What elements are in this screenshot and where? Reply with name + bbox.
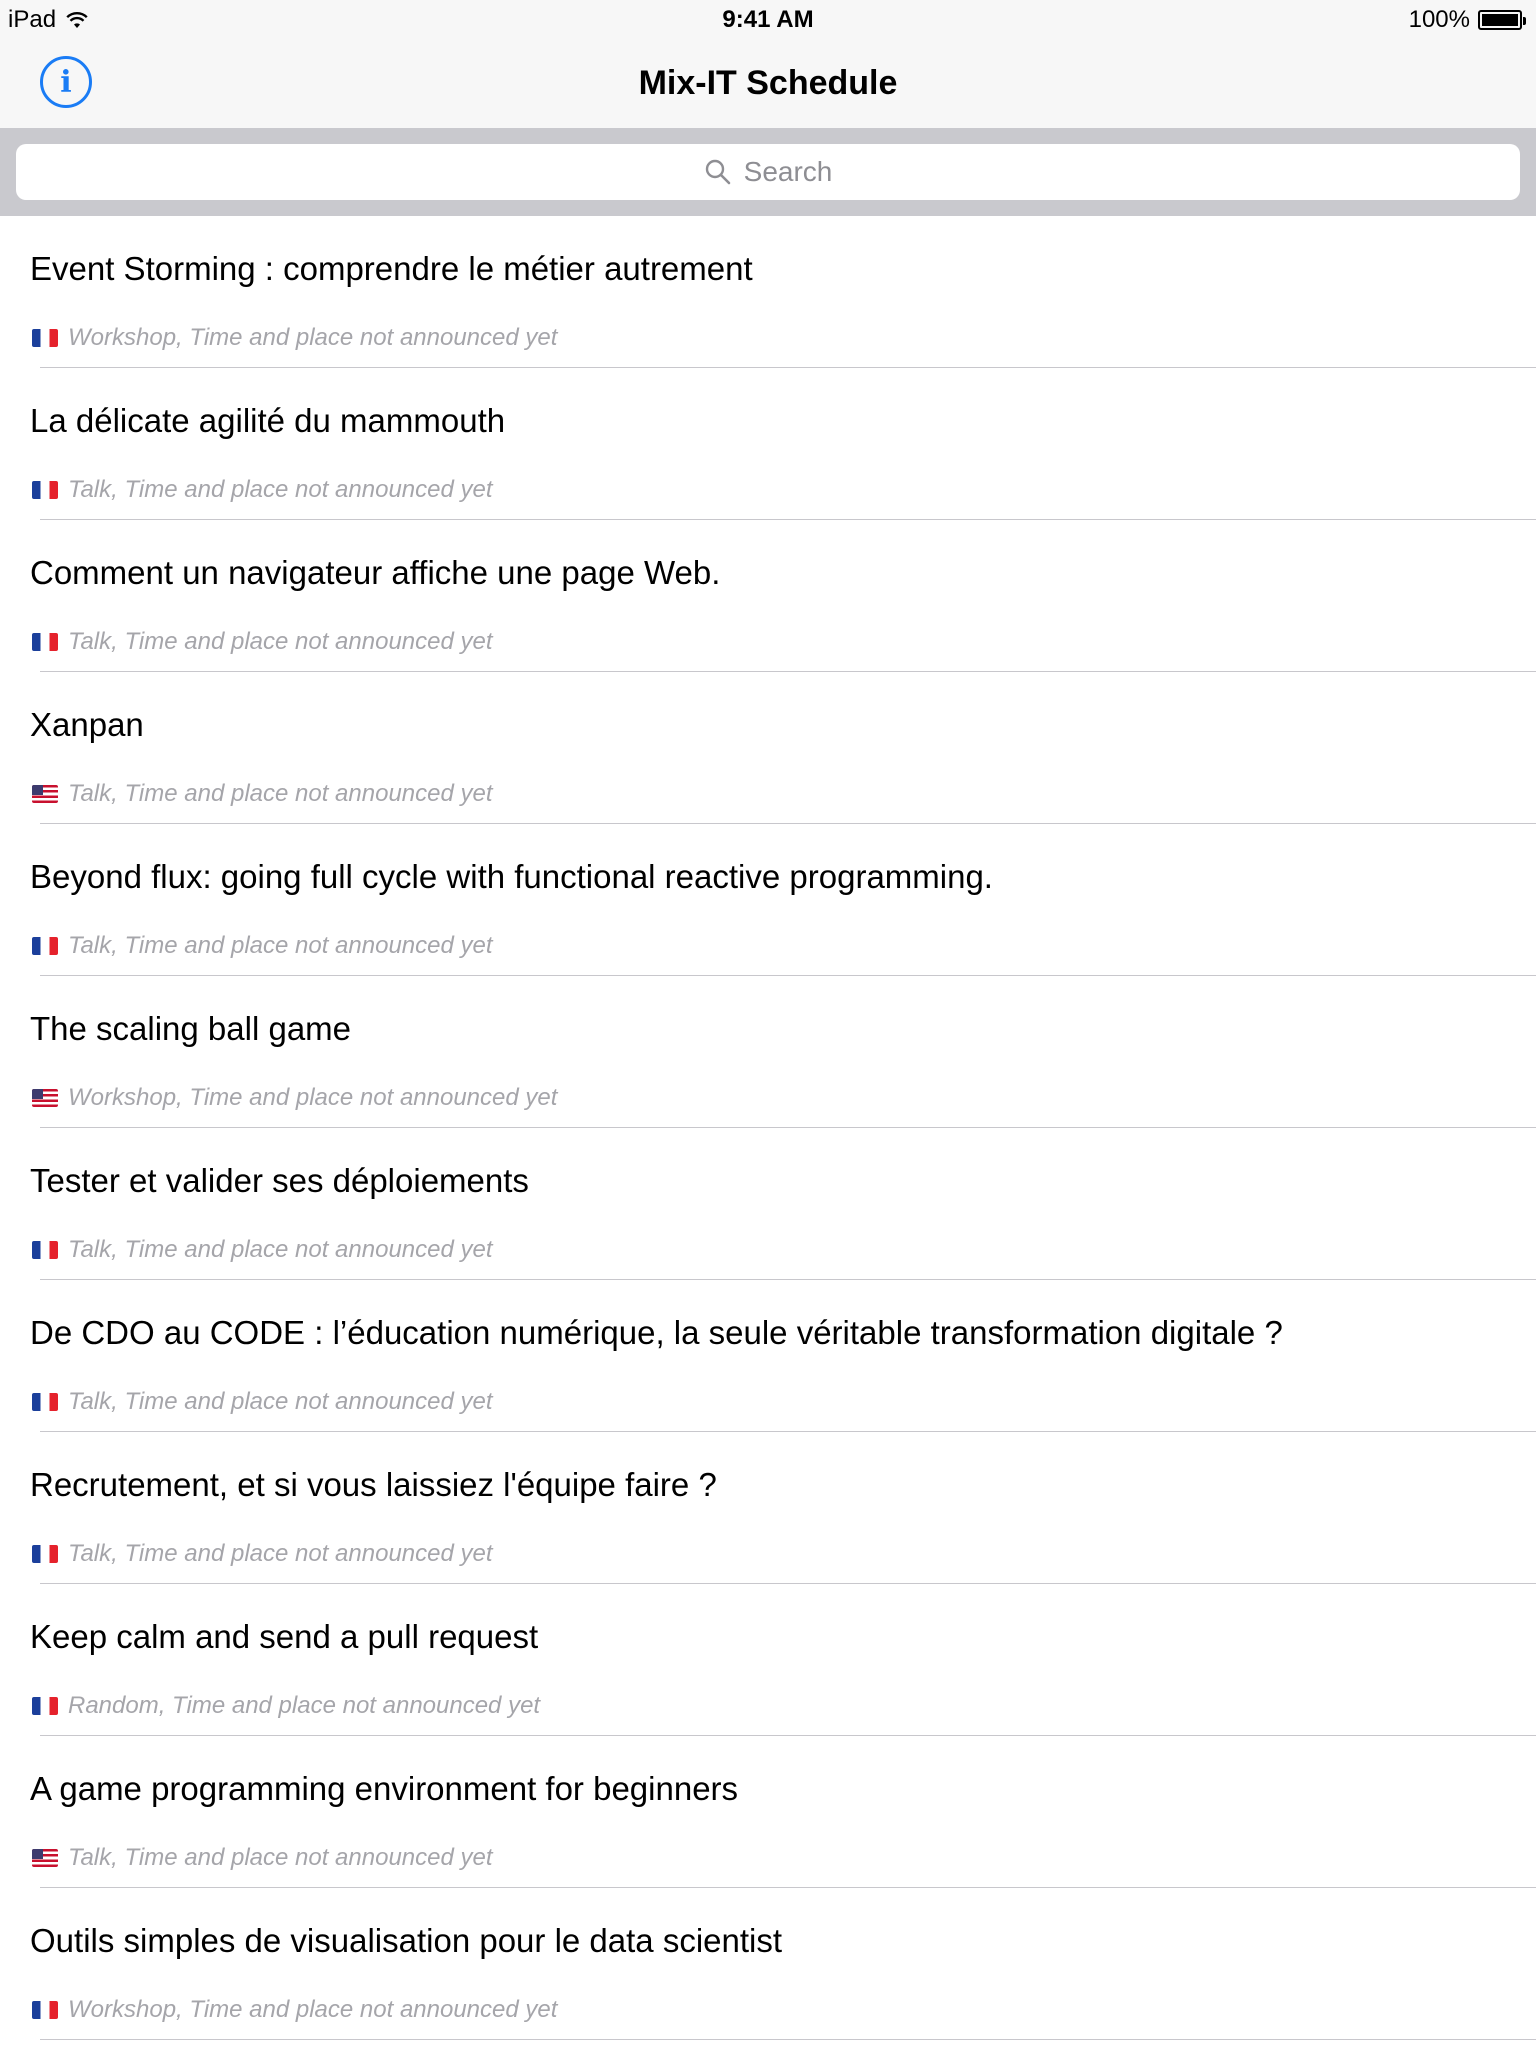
session-title: The scaling ball game [30, 1010, 352, 1047]
session-title: Event Storming : comprendre le métier au… [30, 250, 753, 287]
session-row[interactable]: Comment un navigateur affiche une page W… [0, 520, 1536, 672]
battery-percentage: 100% [1408, 6, 1470, 33]
session-subtitle: Talk, Time and place not announced yet [32, 1388, 493, 1416]
status-right: 100% [1408, 6, 1526, 34]
session-row[interactable]: De CDO au CODE : l’éducation numérique, … [0, 1280, 1536, 1432]
session-meta: Workshop, Time and place not announced y… [68, 324, 558, 351]
status-bar: iPad 9:41 AM 100% [0, 0, 1536, 40]
session-title: Comment un navigateur affiche une page W… [30, 554, 721, 591]
session-title: Tester et valider ses déploiements [30, 1162, 529, 1199]
search-icon [705, 159, 730, 185]
french-flag-icon [32, 481, 58, 499]
french-flag-icon [32, 329, 58, 347]
session-meta: Workshop, Time and place not announced y… [68, 1084, 558, 1111]
session-subtitle: Random, Time and place not announced yet [32, 1692, 540, 1720]
french-flag-icon [32, 1545, 58, 1563]
session-row[interactable]: Recrutement, et si vous laissiez l'équip… [0, 1432, 1536, 1584]
session-subtitle: Talk, Time and place not announced yet [32, 1540, 493, 1568]
session-subtitle: Workshop, Time and place not announced y… [32, 324, 557, 352]
session-row[interactable]: A game programming environment for begin… [0, 1736, 1536, 1888]
session-meta: Talk, Time and place not announced yet [68, 476, 493, 503]
french-flag-icon [32, 1241, 58, 1259]
row-divider [40, 2039, 1536, 2040]
session-subtitle: Talk, Time and place not announced yet [32, 780, 493, 808]
session-subtitle: Workshop, Time and place not announced y… [32, 1996, 557, 2024]
session-meta: Talk, Time and place not announced yet [68, 1236, 493, 1263]
us-flag-icon [32, 785, 58, 803]
french-flag-icon [32, 1697, 58, 1715]
french-flag-icon [32, 937, 58, 955]
french-flag-icon [32, 1393, 58, 1411]
session-meta: Talk, Time and place not announced yet [68, 1540, 493, 1567]
search-bar: Search [0, 128, 1536, 216]
session-row[interactable]: Tester et valider ses déploiements Talk, … [0, 1128, 1536, 1280]
session-subtitle: Talk, Time and place not announced yet [32, 628, 493, 656]
session-meta: Talk, Time and place not announced yet [68, 1844, 493, 1871]
us-flag-icon [32, 1849, 58, 1867]
session-title: La délicate agilité du mammouth [30, 402, 506, 439]
session-title: Keep calm and send a pull request [30, 1618, 539, 1655]
session-row[interactable]: La délicate agilité du mammouth Talk, Tim… [0, 368, 1536, 520]
navigation-bar: i Mix-IT Schedule [0, 40, 1536, 129]
battery-icon [1478, 10, 1526, 30]
session-meta: Talk, Time and place not announced yet [68, 1388, 493, 1415]
session-meta: Random, Time and place not announced yet [68, 1692, 541, 1719]
session-meta: Talk, Time and place not announced yet [68, 932, 493, 959]
french-flag-icon [32, 2001, 58, 2019]
session-meta: Talk, Time and place not announced yet [68, 628, 493, 655]
status-time: 9:41 AM [722, 6, 814, 33]
session-title: De CDO au CODE : l’éducation numérique, … [30, 1314, 1283, 1351]
session-subtitle: Talk, Time and place not announced yet [32, 476, 493, 504]
session-list: Event Storming : comprendre le métier au… [0, 216, 1536, 2040]
session-title: A game programming environment for begin… [30, 1770, 739, 1807]
session-title: Outils simples de visualisation pour le … [30, 1922, 783, 1959]
session-row[interactable]: Keep calm and send a pull request Random,… [0, 1584, 1536, 1736]
session-subtitle: Talk, Time and place not announced yet [32, 1236, 493, 1264]
session-subtitle: Talk, Time and place not announced yet [32, 932, 493, 960]
session-title: Xanpan [30, 706, 144, 743]
session-subtitle: Talk, Time and place not announced yet [32, 1844, 493, 1872]
search-input[interactable]: Search [16, 144, 1520, 200]
page-title: Mix-IT Schedule [638, 64, 898, 102]
session-subtitle: Workshop, Time and place not announced y… [32, 1084, 557, 1112]
battery-fill [1482, 14, 1518, 26]
session-meta: Talk, Time and place not announced yet [68, 780, 493, 807]
session-row[interactable]: The scaling ball game Workshop, Time and … [0, 976, 1536, 1128]
french-flag-icon [32, 633, 58, 651]
session-meta: Workshop, Time and place not announced y… [68, 1996, 558, 2023]
session-row[interactable]: Xanpan Talk, Time and place not announced… [0, 672, 1536, 824]
session-row[interactable]: Outils simples de visualisation pour le … [0, 1888, 1536, 2040]
session-title: Recrutement, et si vous laissiez l'équip… [30, 1466, 717, 1503]
search-placeholder: Search [743, 156, 833, 187]
us-flag-icon [32, 1089, 58, 1107]
session-row[interactable]: Event Storming : comprendre le métier au… [0, 216, 1536, 368]
session-title: Beyond flux: going full cycle with funct… [30, 858, 993, 895]
session-row[interactable]: Beyond flux: going full cycle with funct… [0, 824, 1536, 976]
